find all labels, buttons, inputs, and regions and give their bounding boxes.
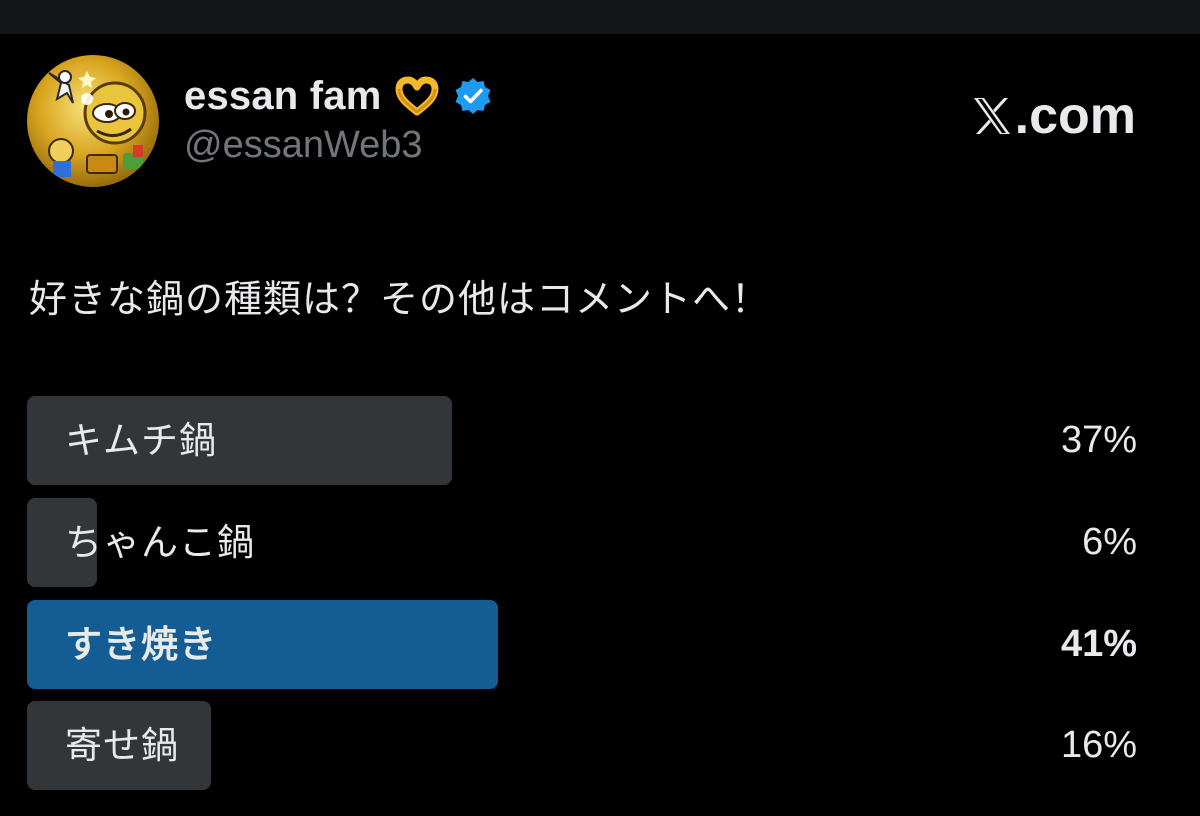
poll-option-percent: 6% <box>1082 521 1137 563</box>
brand-domain: .com <box>1014 87 1136 145</box>
top-strip <box>0 0 1200 34</box>
poll-option-label: ちゃんこ鍋 <box>65 521 255 564</box>
poll-option-percent: 41% <box>1060 623 1137 665</box>
author-name-row: essan fam <box>184 68 493 124</box>
x-com-brand: .com <box>970 86 1136 146</box>
x-logo-icon <box>973 98 1010 134</box>
poll-option-3: 寄せ鍋 16% <box>27 701 1137 790</box>
author-handle[interactable]: @essanWeb3 <box>184 124 423 167</box>
post-text: 好きな鍋の種類は？その他はコメントへ！ <box>29 277 771 321</box>
poll-option-1: ちゃんこ鍋 6% <box>27 498 1137 587</box>
heart-hands-emoji <box>395 76 439 116</box>
poll-option-0: キムチ鍋 37% <box>27 396 1137 485</box>
poll-option-label: 寄せ鍋 <box>65 724 179 767</box>
poll-option-label: すき焼き <box>65 623 217 666</box>
poll-option-percent: 16% <box>1060 724 1137 766</box>
verified-badge-icon <box>455 78 491 114</box>
poll-option-percent: 37% <box>1060 419 1137 461</box>
poll-option-label: キムチ鍋 <box>65 419 217 462</box>
poll-option-2: すき焼き 41% <box>27 600 1137 689</box>
avatar[interactable] <box>27 55 159 187</box>
gold-avatar-image <box>27 55 159 187</box>
display-name[interactable]: essan fam <box>184 74 381 119</box>
